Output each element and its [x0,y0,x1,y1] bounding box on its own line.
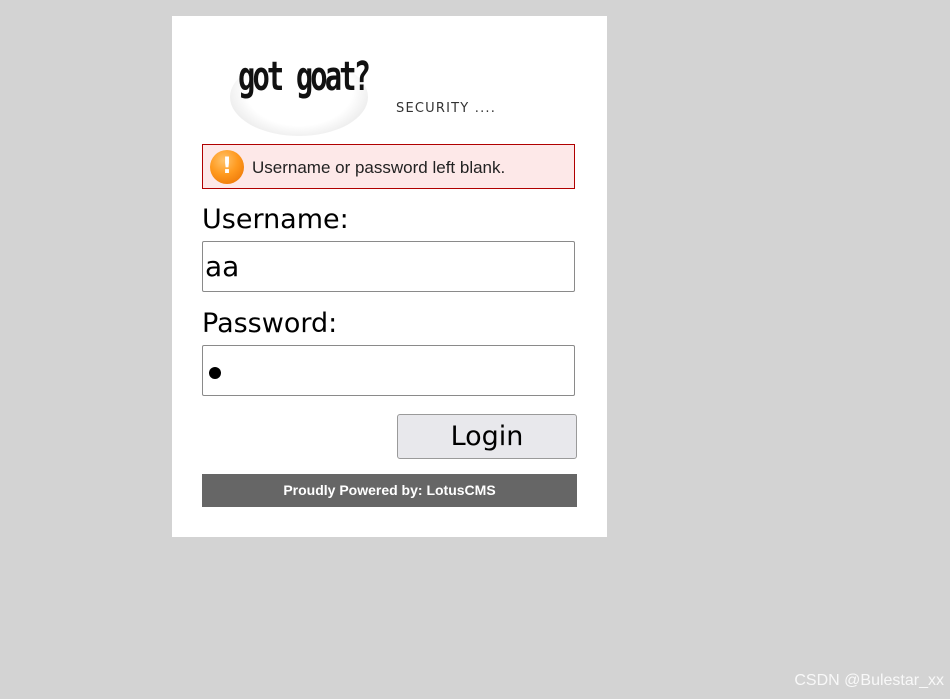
username-label: Username: [202,204,349,235]
password-input[interactable] [202,345,575,396]
error-message-text: Username or password left blank. [252,158,506,177]
password-mask-dot [209,367,221,379]
password-label: Password: [202,308,338,339]
site-logo: got goat? SECURITY .... [202,50,502,136]
error-message-box: ! Username or password left blank. [202,144,575,189]
username-input[interactable] [202,241,575,292]
logo-text: got goat? [238,54,371,100]
watermark: CSDN @Bulestar_xx [794,672,944,689]
login-button[interactable]: Login [397,414,577,459]
login-panel: got goat? SECURITY .... ! Username or pa… [172,16,607,537]
logo-tagline: SECURITY .... [396,101,497,116]
exclamation-icon: ! [210,150,244,184]
powered-by-footer: Proudly Powered by: LotusCMS [202,474,577,507]
